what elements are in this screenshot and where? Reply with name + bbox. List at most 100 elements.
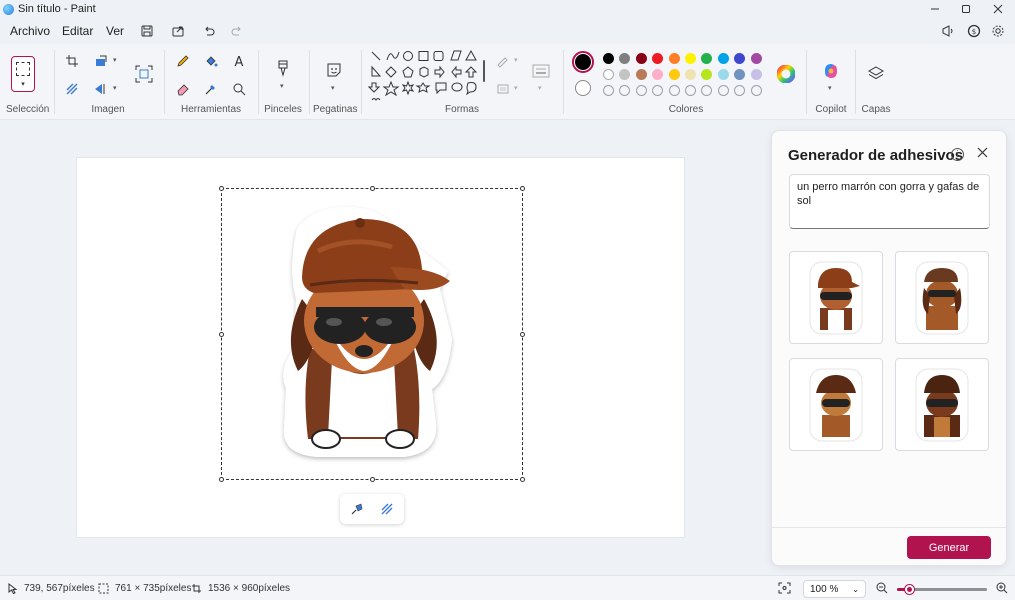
chevron-down-icon[interactable]: ▾ [538,84,542,92]
custom-color-slot[interactable] [603,85,614,96]
secondary-color-swatch[interactable] [575,80,591,96]
color-swatch[interactable] [701,53,713,64]
color-swatch[interactable] [603,69,614,80]
chevron-down-icon[interactable]: ▾ [828,84,832,92]
generate-button[interactable]: Generar [907,536,991,559]
transparent-selection-button[interactable] [378,500,396,518]
fill-button[interactable] [202,52,220,70]
zoom-dropdown[interactable]: 100 % ⌄ [803,580,866,598]
magnifier-button[interactable] [230,80,248,98]
color-swatch[interactable] [750,69,762,80]
custom-color-slot[interactable] [685,85,696,96]
select-all-button[interactable] [63,80,81,98]
close-panel-button[interactable] [975,145,989,159]
brushes-button[interactable] [273,58,293,78]
zoom-slider-thumb[interactable] [904,585,914,594]
color-picker-button[interactable] [202,80,220,98]
color-swatch[interactable] [685,69,696,80]
layers-button[interactable] [866,64,886,84]
drawing-canvas[interactable] [76,157,685,538]
feedback-button[interactable] [939,22,957,40]
resize-handle-s[interactable] [370,477,375,482]
text-button[interactable]: A [230,52,248,70]
sticker-option-2[interactable] [895,251,989,344]
stroke-size-button[interactable] [531,62,551,82]
custom-color-slot[interactable] [717,85,729,96]
resize-handle-se[interactable] [520,477,525,482]
resize-handle-n[interactable] [370,186,375,191]
chevron-down-icon[interactable]: ▾ [113,56,117,64]
sticker-option-4[interactable] [895,358,989,451]
share-button[interactable] [169,22,187,40]
flip-button[interactable] [92,80,110,98]
color-swatch[interactable] [717,53,729,64]
resize-handle-ne[interactable] [520,186,525,191]
color-swatch[interactable] [619,69,631,80]
selection-rectangle[interactable] [219,186,525,482]
custom-color-slot[interactable] [701,85,713,96]
sticker-prompt-input[interactable]: un perro marrón con gorra y gafas de sol [789,174,990,229]
sticker-option-3[interactable] [789,358,883,451]
custom-color-slot[interactable] [750,85,762,96]
color-swatch[interactable] [701,69,713,80]
resize-button[interactable] [92,52,110,70]
color-swatch[interactable] [734,53,746,64]
eraser-button[interactable] [174,80,192,98]
chevron-down-icon[interactable]: ▾ [514,56,518,64]
chevron-down-icon[interactable]: ▾ [280,82,284,90]
undo-button[interactable] [200,22,218,40]
image-select-button[interactable] [134,64,154,84]
primary-color-swatch[interactable] [572,51,594,73]
crop-button[interactable] [63,52,81,70]
zoom-slider[interactable] [897,585,987,594]
menu-archivo[interactable]: Archivo [10,22,50,40]
chevron-down-icon[interactable]: ▾ [113,84,117,92]
resize-handle-nw[interactable] [219,186,224,191]
custom-color-slot[interactable] [619,85,631,96]
color-swatch[interactable] [603,53,614,64]
zoom-out-button[interactable] [876,582,894,594]
maximize-button[interactable] [951,0,981,18]
stickers-button[interactable] [324,60,344,80]
settings-button[interactable] [989,22,1007,40]
resize-handle-e[interactable] [520,332,525,337]
color-swatch[interactable] [619,53,631,64]
resize-handle-sw[interactable] [219,477,224,482]
remove-background-button[interactable] [348,500,366,518]
chevron-down-icon[interactable]: ▾ [331,84,335,92]
copilot-button[interactable] [820,60,842,82]
custom-color-slot[interactable] [668,85,680,96]
color-swatch[interactable] [685,53,696,64]
custom-color-slot[interactable] [734,85,746,96]
selection-tool-button[interactable]: ▾ [11,56,35,92]
zoom-in-button[interactable] [996,582,1014,594]
color-swatch[interactable] [635,53,647,64]
color-swatch[interactable] [652,69,664,80]
color-swatch[interactable] [635,69,647,80]
color-swatch[interactable] [668,69,680,80]
resize-handle-w[interactable] [219,332,224,337]
color-swatch[interactable] [652,53,664,64]
shape-outline-button[interactable] [494,52,512,70]
shapes-scrollbar[interactable] [483,60,485,82]
save-button[interactable] [138,22,156,40]
shape-fill-button[interactable] [494,80,512,98]
close-window-button[interactable] [983,0,1013,18]
menu-editar[interactable]: Editar [62,22,93,40]
color-swatch[interactable] [734,69,746,80]
edit-colors-button[interactable] [776,64,796,84]
menu-ver[interactable]: Ver [106,22,124,40]
custom-color-slot[interactable] [652,85,664,96]
minimize-button[interactable] [920,0,950,18]
fit-to-window-button[interactable] [778,582,797,594]
redo-button[interactable] [228,22,246,40]
color-swatch[interactable] [750,53,762,64]
sticker-option-1[interactable] [789,251,883,344]
color-swatch[interactable] [668,53,680,64]
chevron-down-icon[interactable]: ▾ [514,84,518,92]
custom-color-slot[interactable] [635,85,647,96]
info-icon[interactable]: i [951,148,964,161]
pencil-button[interactable] [174,52,192,70]
account-button[interactable]: $ [965,22,983,40]
color-swatch[interactable] [717,69,729,80]
